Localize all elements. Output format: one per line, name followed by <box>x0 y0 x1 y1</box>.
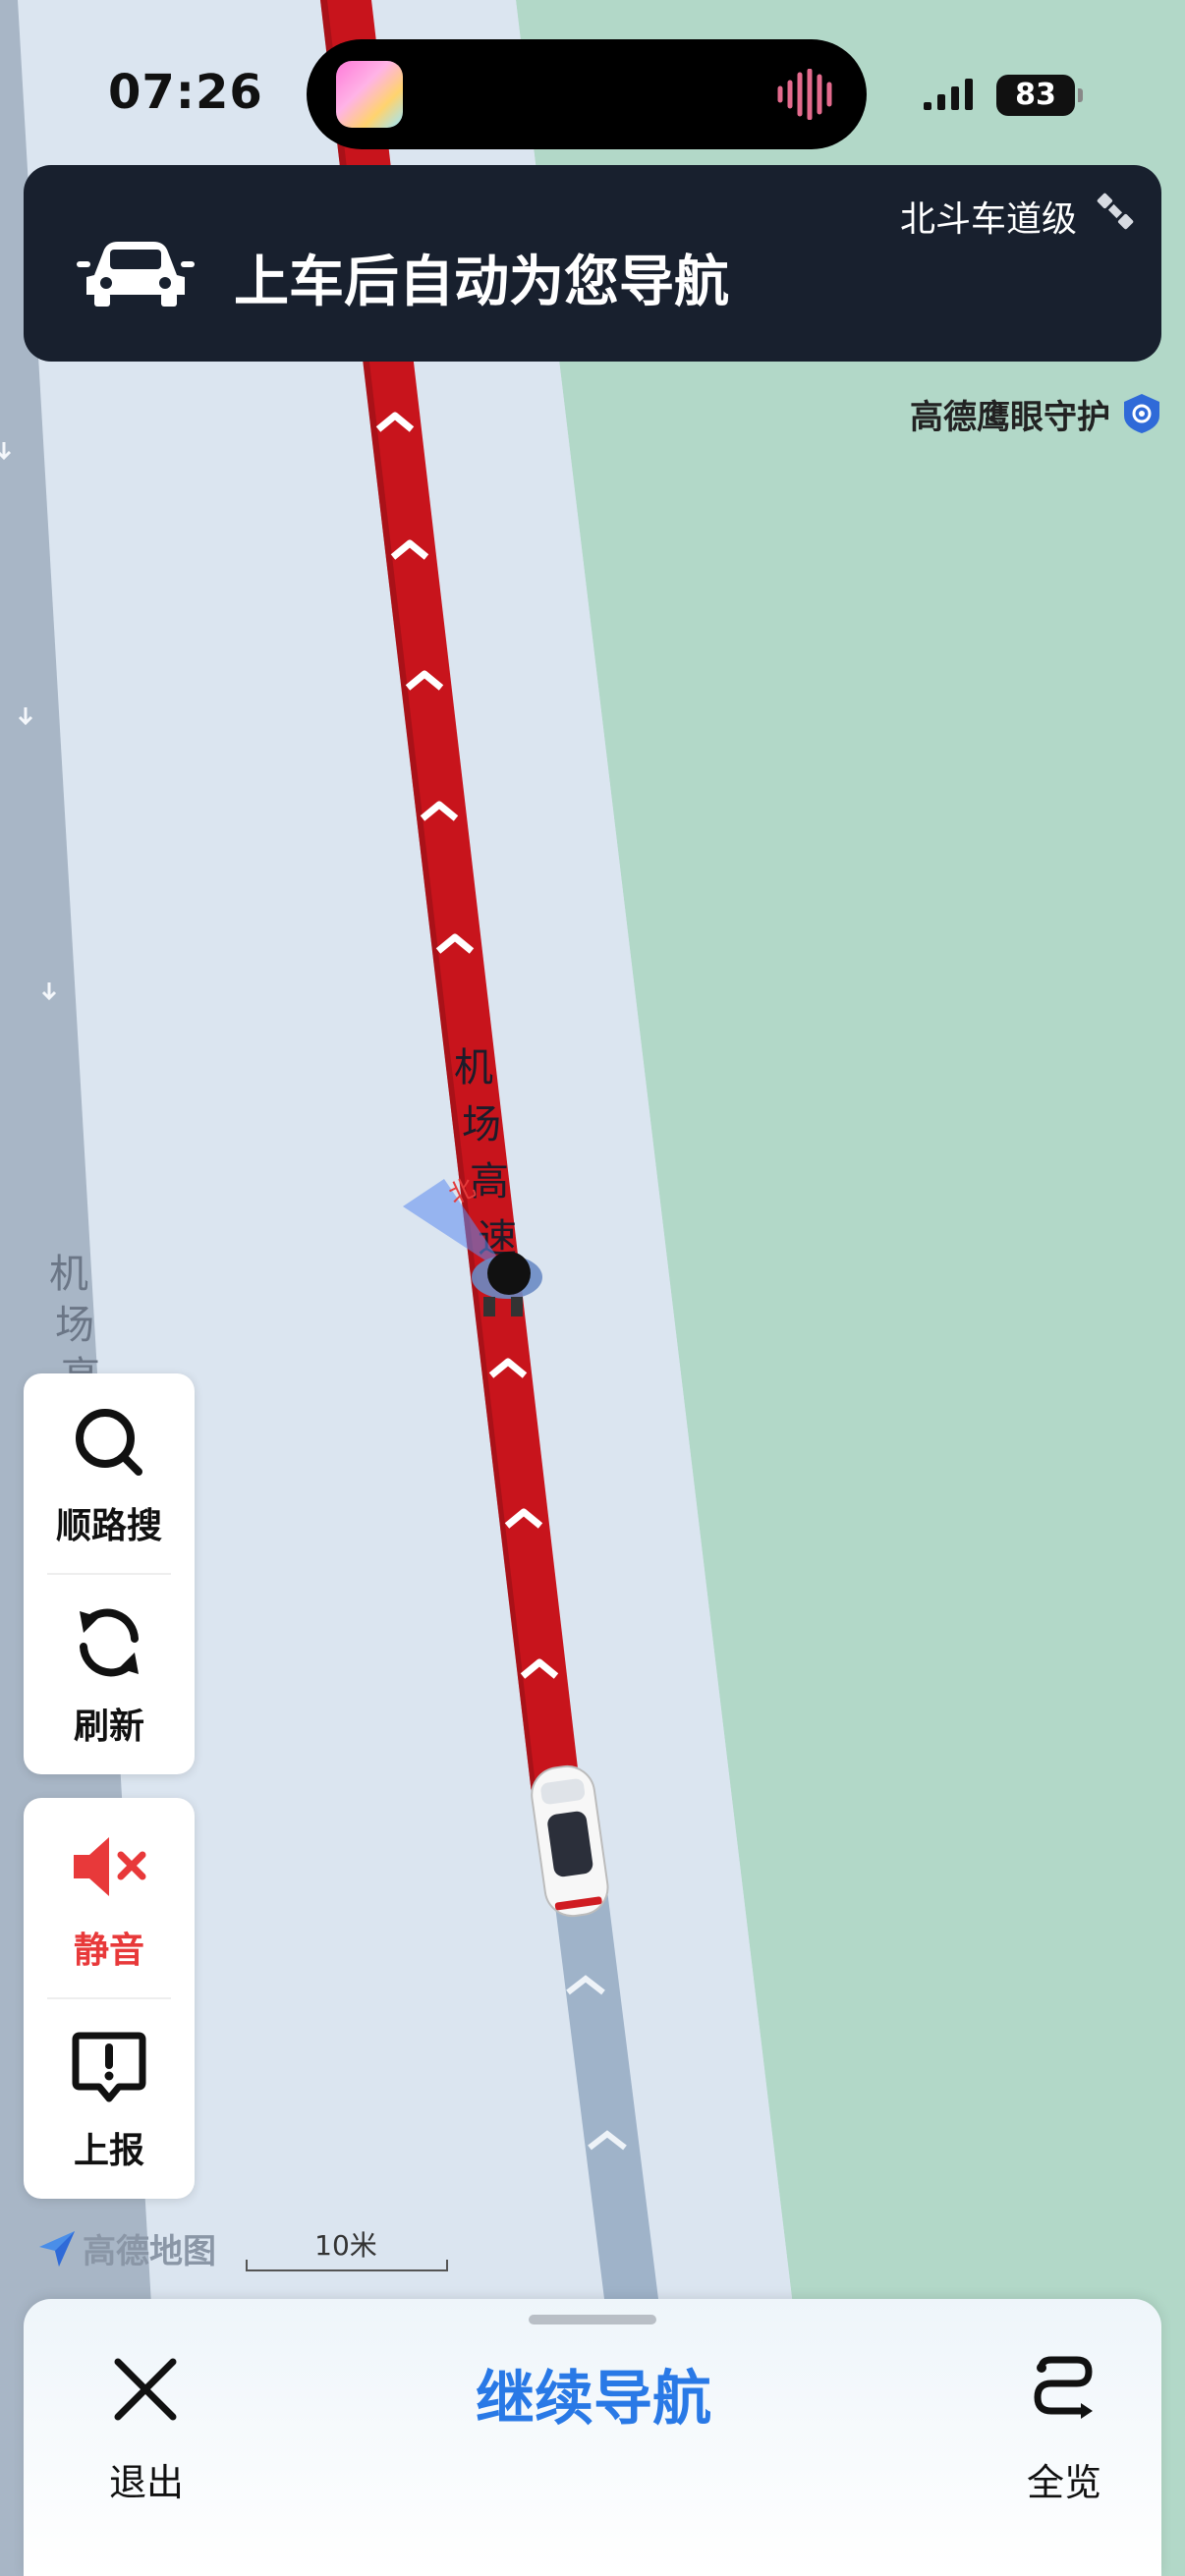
tool-panel-secondary: 静音 上报 <box>24 1798 195 2199</box>
exit-button[interactable]: 退出 <box>63 2336 230 2513</box>
audio-wave-icon <box>777 69 832 120</box>
amap-logo: 高德地图 <box>35 2224 216 2272</box>
scale-label: 10米 <box>314 2229 377 2262</box>
overview-button[interactable]: 全览 <box>981 2336 1148 2513</box>
road-name-char: 场 <box>462 1102 501 1148</box>
car-icon <box>77 242 195 307</box>
live-activity-app-icon[interactable] <box>336 61 403 128</box>
drag-handle[interactable] <box>529 2315 656 2324</box>
banner-message: 上车后自动为您导航 <box>234 251 729 314</box>
mute-button[interactable]: 静音 <box>24 1798 195 1998</box>
bottom-sheet: 退出 继续导航 全览 <box>24 2299 1161 2576</box>
close-icon <box>114 2358 177 2421</box>
tool-panel-primary: 顺路搜 刷新 <box>24 1373 195 1774</box>
refresh-icon <box>80 1608 139 1677</box>
refresh-label: 刷新 <box>73 1707 144 1747</box>
navigation-banner: 上车后自动为您导航 北斗车道级 <box>24 165 1161 362</box>
report-button[interactable]: 上报 <box>24 1998 195 2199</box>
map-scale: 10米 <box>246 2224 448 2271</box>
search-label: 顺路搜 <box>55 1506 162 1546</box>
side-road-name-char: 机 <box>49 1252 88 1297</box>
route-overview-icon <box>1034 2356 1093 2419</box>
mute-label: 静音 <box>73 1931 144 1971</box>
scale-bar <box>246 2260 448 2271</box>
road-name-char: 机 <box>454 1045 493 1091</box>
search-along-route-button[interactable]: 顺路搜 <box>24 1373 195 1574</box>
side-road-name-char: 场 <box>55 1303 94 1348</box>
report-icon <box>72 2032 146 2102</box>
search-icon <box>76 1409 142 1476</box>
refresh-button[interactable]: 刷新 <box>24 1574 195 1774</box>
eagle-eye-label: 高德鹰眼守护 <box>910 397 1110 437</box>
mute-icon <box>74 1837 146 1896</box>
cellular-signal-icon <box>924 79 973 110</box>
satellite-icon <box>1097 193 1134 230</box>
report-label: 上报 <box>73 2131 144 2171</box>
status-time: 07:26 <box>108 65 263 120</box>
status-bar: 07:26 83 <box>0 0 1185 149</box>
overview-label: 全览 <box>1026 2461 1101 2504</box>
beidou-lane-label: 北斗车道级 <box>899 199 1077 240</box>
logo-text: 高德地图 <box>83 2232 216 2271</box>
eagle-eye-guard[interactable]: 高德鹰眼守护 <box>910 389 1163 438</box>
battery-indicator: 83 <box>996 75 1083 116</box>
dynamic-island[interactable] <box>307 39 867 149</box>
exit-label: 退出 <box>108 2461 184 2504</box>
continue-navigation-button[interactable]: 继续导航 <box>318 2350 869 2448</box>
shield-icon <box>1124 394 1159 433</box>
navigation-arrow-icon <box>39 2230 75 2267</box>
